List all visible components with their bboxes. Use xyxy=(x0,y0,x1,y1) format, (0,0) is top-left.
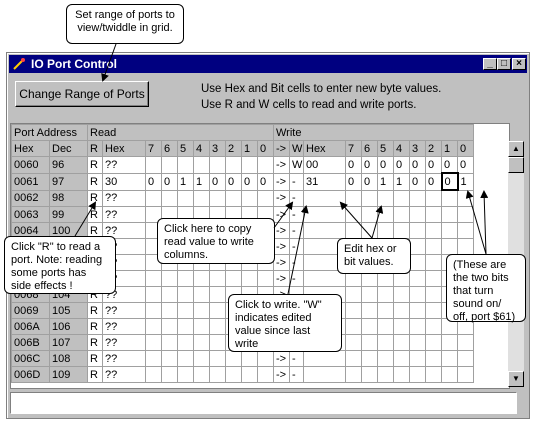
arrow-copy xyxy=(273,201,294,229)
arrow-bit-0 xyxy=(480,190,489,255)
arrow-read xyxy=(74,201,97,237)
arrow-edit-bits xyxy=(371,205,384,239)
arrow-bit-1 xyxy=(465,190,487,255)
arrow-range xyxy=(101,43,117,82)
arrow-edit-hex xyxy=(339,201,373,239)
callout-arrows xyxy=(74,43,489,295)
arrow-write xyxy=(287,205,309,295)
